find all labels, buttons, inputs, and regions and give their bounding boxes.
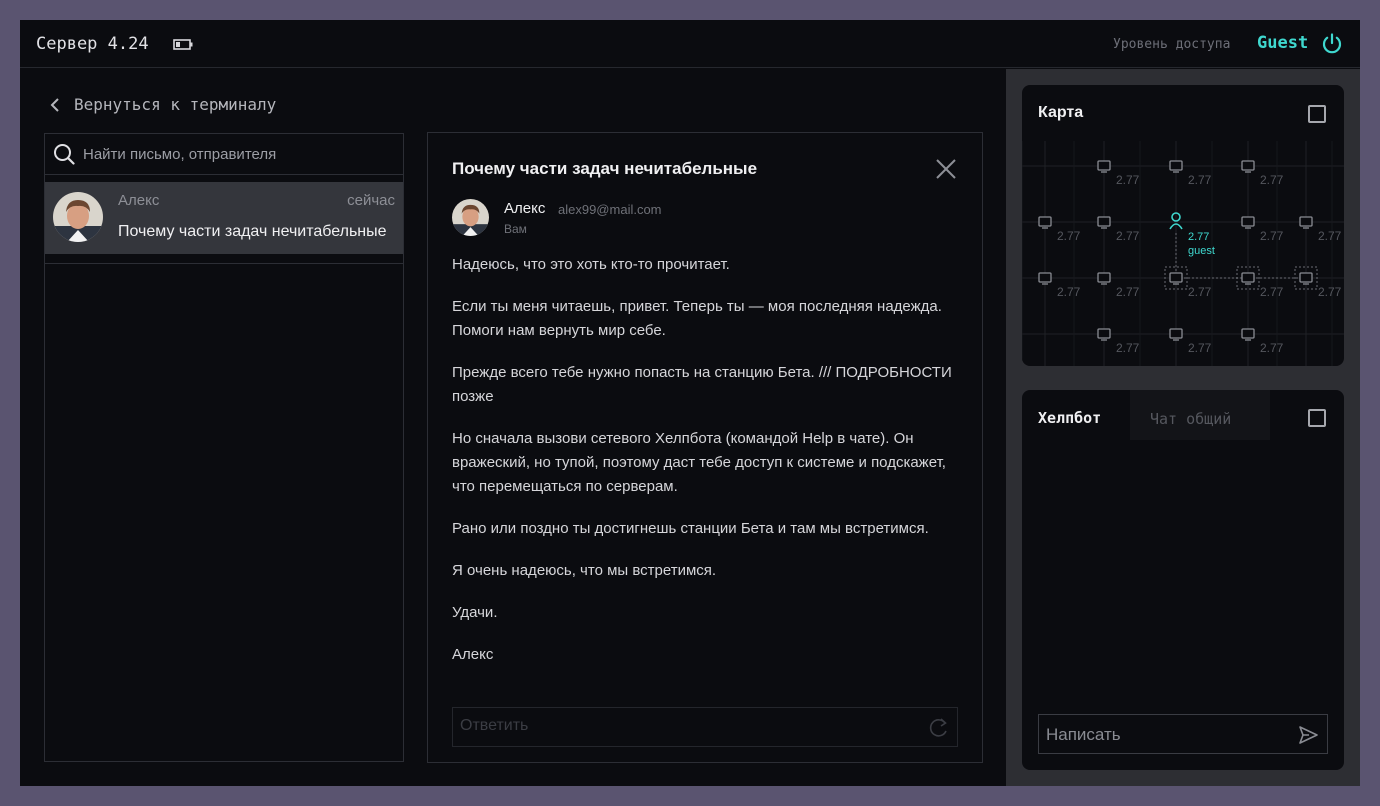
app-window: Сервер 4.24 Уровень доступа Guest Вернут… <box>20 20 1360 786</box>
server-node-value: 2.77 <box>1318 285 1342 299</box>
sender-avatar <box>452 199 489 236</box>
server-node-value: 2.77 <box>1260 173 1284 187</box>
server-title: Сервер 4.24 <box>36 34 149 54</box>
message-paragraph: Рано или поздно ты достигнешь станции Бе… <box>452 520 929 537</box>
reply-box <box>452 707 958 747</box>
chat-panel-checkbox[interactable] <box>1308 409 1326 427</box>
mail-item-subject: Почему части задач нечитабельные <box>118 223 387 240</box>
message-paragraph: Удачи. <box>452 604 498 621</box>
server-node-icon <box>1097 328 1111 339</box>
server-node-icon <box>1241 272 1255 283</box>
back-to-terminal-link[interactable]: Вернуться к терминалу <box>50 95 276 114</box>
message-paragraph: Я очень надеюсь, что мы встретимся. <box>452 562 717 579</box>
map-title: Карта <box>1038 104 1084 121</box>
server-node-value: 2.77 <box>1057 229 1081 243</box>
server-node-icon <box>1038 272 1052 283</box>
player-node-label: guest <box>1188 245 1215 257</box>
message-recipient: Вам <box>504 222 527 236</box>
top-bar: Сервер 4.24 Уровень доступа Guest <box>20 20 1360 68</box>
server-node-value: 2.77 <box>1057 285 1081 299</box>
mail-item-sender: Алекс <box>118 192 160 209</box>
tab-helpbot-label: Хелпбот <box>1038 409 1102 427</box>
chat-panel: Хелпбот Чат общий <box>1022 390 1344 770</box>
power-icon[interactable] <box>1320 32 1344 56</box>
server-node-icon <box>1038 216 1052 227</box>
divider <box>45 263 403 264</box>
avatar <box>53 192 103 242</box>
server-node-icon <box>1299 216 1313 227</box>
server-node-icon <box>1241 328 1255 339</box>
message-sender-email: alex99@mail.com <box>558 202 662 217</box>
map-panel-checkbox[interactable] <box>1308 105 1326 123</box>
server-node-value: 2.77 <box>1188 173 1212 187</box>
chat-input[interactable] <box>1046 725 1286 745</box>
message-paragraph: Надеюсь, что это хоть кто-то прочитает. <box>452 256 730 273</box>
chat-input-box <box>1038 714 1328 754</box>
server-node-icon <box>1241 160 1255 171</box>
server-node-icon <box>1169 272 1183 283</box>
server-node-icon <box>1097 216 1111 227</box>
search-icon <box>54 144 75 165</box>
close-icon[interactable] <box>935 158 957 180</box>
message-body: Надеюсь, что это хоть кто-то прочитает. … <box>452 253 962 685</box>
server-node-icon <box>1097 160 1111 171</box>
server-node-value: 2.77 <box>1260 341 1284 355</box>
tab-general-chat-label: Чат общий <box>1150 410 1232 428</box>
server-node-value: 2.77 <box>1188 285 1212 299</box>
reply-input[interactable] <box>460 717 910 735</box>
server-node-value: 2.77 <box>1260 285 1284 299</box>
message-paragraph: Прежде всего тебе нужно попасть на станц… <box>452 364 952 405</box>
player-node-value: 2.77 <box>1188 231 1209 243</box>
server-node-value: 2.77 <box>1116 229 1140 243</box>
server-node-value: 2.77 <box>1116 285 1140 299</box>
tab-general-chat[interactable]: Чат общий <box>1130 390 1270 440</box>
back-link-label: Вернуться к терминалу <box>74 95 277 114</box>
message-sender: Алекс <box>504 200 546 217</box>
battery-icon <box>173 39 193 50</box>
send-icon[interactable] <box>1297 724 1319 746</box>
map-panel: Карта 2.77 2.77 2.77 2.77 2.77 2.77 2.77 2.77 2.… <box>1022 85 1344 366</box>
network-map[interactable]: 2.77 2.77 2.77 2.77 2.77 2.77 2.77 2.77 2.77 2.77… <box>1022 141 1344 366</box>
search-bar <box>45 134 403 175</box>
mail-item-time: сейчас <box>347 192 395 209</box>
reply-send-icon[interactable] <box>927 717 949 739</box>
chevron-left-icon <box>50 97 59 112</box>
search-input[interactable] <box>83 145 393 163</box>
access-level-value: Guest <box>1257 33 1309 53</box>
right-sidebar: Карта 2.77 2.77 2.77 2.77 2.77 2.77 2.77 2.77 2.… <box>1006 69 1360 786</box>
server-node-icon <box>1299 272 1313 283</box>
server-node-icon <box>1169 160 1183 171</box>
server-node-value: 2.77 <box>1188 341 1212 355</box>
tab-helpbot[interactable]: Хелпбот <box>1022 390 1130 440</box>
server-node-value: 2.77 <box>1116 341 1140 355</box>
message-paragraph: Если ты меня читаешь, привет. Теперь ты … <box>452 298 942 339</box>
server-node-value: 2.77 <box>1260 229 1284 243</box>
server-node-icon <box>1169 328 1183 339</box>
server-node-value: 2.77 <box>1116 173 1140 187</box>
message-signature: Алекс <box>452 646 494 663</box>
mail-list-item[interactable]: Алекс сейчас Почему части задач нечитабе… <box>45 182 403 254</box>
server-node-icon <box>1241 216 1255 227</box>
message-reader: Почему части задач нечитабельные Алекс a… <box>427 132 983 763</box>
access-level-label: Уровень доступа <box>1113 37 1231 52</box>
server-node-icon <box>1097 272 1111 283</box>
server-node-value: 2.77 <box>1318 229 1342 243</box>
message-paragraph: Но сначала вызови сетевого Хелпбота (ком… <box>452 430 946 495</box>
message-subject: Почему части задач нечитабельные <box>452 159 758 178</box>
mail-list-panel: Алекс сейчас Почему части задач нечитабе… <box>44 133 404 762</box>
